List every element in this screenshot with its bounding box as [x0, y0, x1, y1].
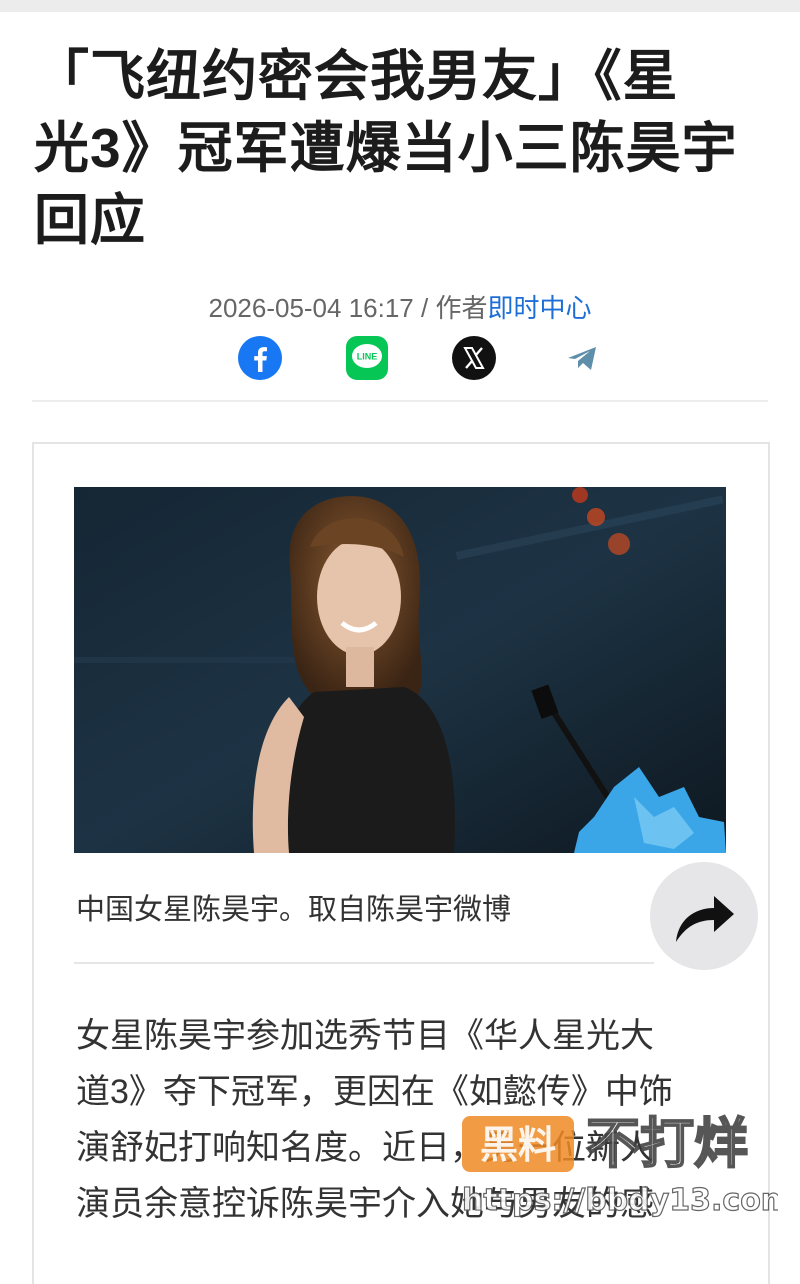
photo-caption: 中国女星陈昊宇。取自陈昊宇微博: [76, 894, 512, 926]
watermark: 黑料 不打烊 https://bbdy13.com: [458, 1111, 792, 1222]
article-photo: [74, 487, 726, 853]
publish-date: 2026-05-04 16:17: [208, 293, 414, 323]
top-status-strip: [0, 0, 800, 12]
article-meta: 2026-05-04 16:17 / 作者即时中心: [0, 288, 800, 325]
title-line: 光3》冠军遭爆当小三陈昊宇: [34, 117, 738, 179]
facebook-icon[interactable]: [238, 336, 282, 380]
x-icon[interactable]: [452, 336, 496, 380]
author-prefix: 作者: [435, 293, 488, 323]
body-line: 女星陈昊宇参加选秀节目《华人星光大: [76, 1017, 654, 1055]
watermark-main-text: 不打烊: [586, 1112, 748, 1175]
watermark-box-text: 黑料: [480, 1123, 556, 1167]
title-line: 「飞纽约密会我男友」《星: [34, 45, 679, 107]
divider: [32, 400, 768, 402]
author-link[interactable]: 即时中心: [488, 293, 592, 323]
article-title: 「飞纽约密会我男友」《星 光3》冠军遭爆当小三陈昊宇 回应: [34, 40, 774, 256]
share-arrow-icon: [676, 896, 734, 942]
line-icon[interactable]: LINE: [346, 336, 388, 380]
title-line: 回应: [34, 189, 147, 251]
share-bar: LINE: [0, 336, 800, 380]
share-fab-button[interactable]: [650, 862, 758, 970]
watermark-url: https://bbdy13.com: [462, 1183, 778, 1218]
telegram-icon[interactable]: [560, 336, 604, 380]
meta-separator: /: [421, 293, 429, 323]
line-icon-text: LINE: [357, 352, 378, 362]
divider: [74, 962, 654, 964]
